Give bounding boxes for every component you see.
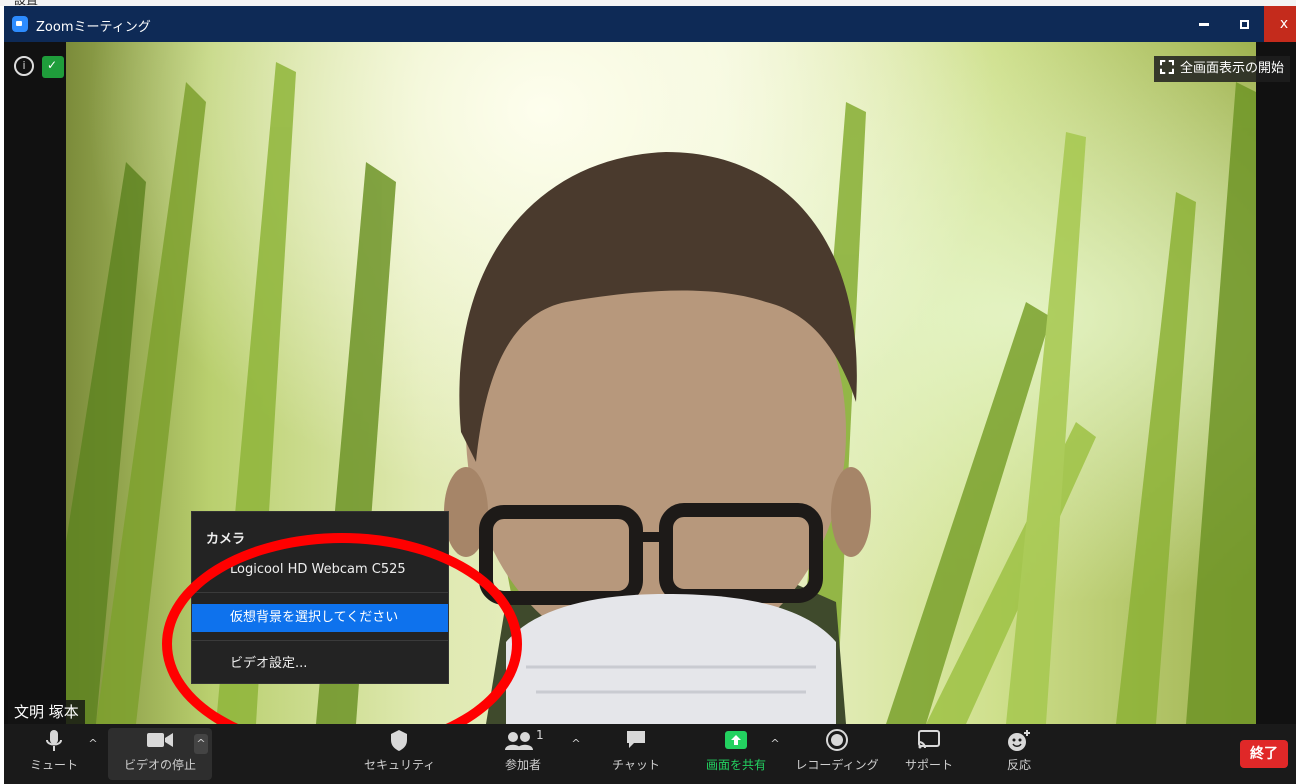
video-settings-item[interactable]: ビデオ設定... bbox=[192, 650, 448, 678]
shield-icon bbox=[391, 730, 407, 751]
close-button[interactable]: x bbox=[1264, 6, 1296, 42]
camera-option-logicool[interactable]: ✓ Logicool HD Webcam C525 bbox=[192, 556, 448, 584]
close-icon: x bbox=[1279, 16, 1289, 32]
encryption-shield-icon[interactable] bbox=[42, 56, 64, 78]
zoom-meeting-window: Zoomミーティング x i ✓ 全画面表示の開始 文明 塚本 カメラ ✓ Lo… bbox=[4, 6, 1296, 784]
chat-label: チャット bbox=[612, 758, 660, 772]
camera-dropdown-menu: カメラ ✓ Logicool HD Webcam C525 仮想背景を選択してく… bbox=[191, 511, 449, 684]
minimize-icon bbox=[1199, 22, 1209, 26]
menu-header-camera: カメラ bbox=[206, 532, 246, 547]
reactions-label: 反応 bbox=[1006, 758, 1031, 772]
cast-screen-icon bbox=[918, 730, 940, 749]
share-screen-label: 画面を共有 bbox=[705, 758, 766, 772]
share-arrow-icon bbox=[725, 731, 747, 749]
mute-button[interactable]: ミュート bbox=[24, 728, 84, 780]
record-circle-icon bbox=[826, 729, 848, 751]
participants-button[interactable]: 1 参加者 bbox=[488, 728, 558, 780]
window-title: Zoomミーティング bbox=[36, 20, 151, 35]
video-settings-label: ビデオ設定... bbox=[230, 656, 308, 671]
security-label: セキュリティ bbox=[364, 758, 436, 772]
share-screen-button[interactable]: 画面を共有 bbox=[698, 728, 774, 780]
menu-divider bbox=[192, 640, 448, 641]
support-label: サポート bbox=[904, 758, 953, 772]
audio-options-caret[interactable]: ^ bbox=[86, 734, 100, 754]
fullscreen-button[interactable]: 全画面表示の開始 bbox=[1154, 56, 1291, 82]
video-options-caret[interactable]: ^ bbox=[194, 734, 208, 754]
mute-label: ミュート bbox=[29, 758, 78, 772]
recording-button[interactable]: レコーディング bbox=[792, 728, 882, 780]
microphone-icon bbox=[46, 730, 62, 751]
checkmark-icon: ✓ bbox=[212, 562, 223, 577]
share-options-caret[interactable]: ^ bbox=[768, 734, 782, 754]
choose-virtual-background-item[interactable]: 仮想背景を選択してください bbox=[192, 604, 448, 632]
video-camera-icon bbox=[147, 733, 173, 747]
participant-count: 1 bbox=[536, 728, 544, 742]
end-meeting-button[interactable]: 終了 bbox=[1240, 740, 1288, 768]
security-button[interactable]: セキュリティ bbox=[364, 728, 436, 780]
reactions-button[interactable]: 反応 bbox=[994, 728, 1044, 780]
participant-name-label: 文明 塚本 bbox=[8, 700, 85, 724]
camera-option-label: Logicool HD Webcam C525 bbox=[230, 562, 406, 577]
zoom-app-icon bbox=[12, 16, 28, 32]
meeting-info-icon[interactable]: i bbox=[14, 56, 34, 76]
title-bar: Zoomミーティング x bbox=[4, 6, 1296, 42]
minimize-button[interactable] bbox=[1184, 6, 1224, 42]
chat-button[interactable]: チャット bbox=[604, 728, 668, 780]
emoji-plus-icon bbox=[1008, 730, 1030, 751]
maximize-button[interactable] bbox=[1224, 6, 1264, 42]
participants-options-caret[interactable]: ^ bbox=[569, 734, 583, 754]
menu-divider bbox=[192, 592, 448, 593]
fullscreen-icon bbox=[1160, 60, 1174, 74]
support-button[interactable]: サポート bbox=[898, 728, 960, 780]
recording-label: レコーディング bbox=[795, 758, 879, 772]
virtual-background-label: 仮想背景を選択してください bbox=[230, 610, 399, 625]
participants-label: 参加者 bbox=[504, 758, 541, 772]
meeting-toolbar: ミュート ^ ビデオの停止 ^ セキュリティ 1 参加者 ^ チャット 画面を共… bbox=[4, 724, 1296, 784]
fullscreen-label: 全画面表示の開始 bbox=[1180, 61, 1285, 76]
stop-video-label: ビデオの停止 bbox=[123, 758, 196, 772]
chat-bubble-icon bbox=[627, 731, 645, 748]
maximize-icon bbox=[1239, 19, 1249, 29]
